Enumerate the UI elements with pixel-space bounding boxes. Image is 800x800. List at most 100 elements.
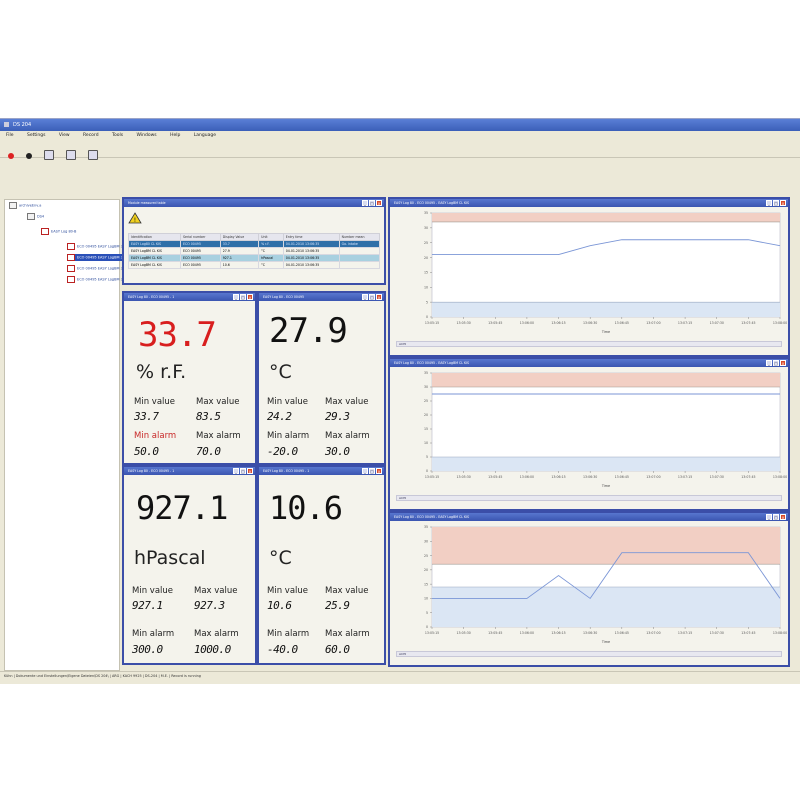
x-tick-label: 13:05:15 xyxy=(425,321,439,325)
menu-help[interactable]: Help xyxy=(170,133,180,138)
column-header[interactable]: Number mean xyxy=(338,233,381,241)
minimize-button[interactable]: _ xyxy=(233,468,239,474)
time-scrollbar[interactable]: ACHI xyxy=(396,341,782,347)
close-button[interactable]: × xyxy=(376,468,382,474)
tree-root[interactable]: archiveEnv.a xyxy=(9,202,41,209)
table-row[interactable]: EASY LogBM CL KIS ECO 00495 10.6 °C 04.01.20… xyxy=(128,261,381,269)
tree-group-label: EASY Log 80-B xyxy=(51,229,77,234)
close-button[interactable]: × xyxy=(780,200,786,206)
tree-item[interactable]: ECO 00495 EASY LogBM 3 xyxy=(67,243,123,250)
close-button[interactable]: × xyxy=(247,468,253,474)
menu-view[interactable]: View xyxy=(59,133,70,138)
minimize-button[interactable]: _ xyxy=(766,200,772,206)
table-cell: ECO 00495 xyxy=(179,247,221,255)
column-header[interactable]: Display Value xyxy=(219,233,260,241)
time-scrollbar[interactable]: ACHI xyxy=(396,651,782,657)
table-cell: °C xyxy=(258,247,284,255)
maximize-button[interactable]: □ xyxy=(369,468,375,474)
logger-icon xyxy=(41,228,49,235)
table-row[interactable]: EASY Log80 CL KIS ECO 00495 33.7% r.F. 04.0… xyxy=(128,240,381,248)
column-header[interactable]: Identification xyxy=(128,233,181,241)
table-cell: 33.7 xyxy=(219,240,260,248)
stop-button[interactable] xyxy=(26,152,33,159)
toolbar xyxy=(0,140,800,160)
column-header[interactable]: Serial number xyxy=(179,233,221,241)
column-header[interactable]: Unit xyxy=(258,233,284,241)
min-value-label: Min value xyxy=(132,586,174,596)
tree-item[interactable]: ECO 00495 EASY LogBM 3 xyxy=(67,265,123,272)
minimize-button[interactable]: _ xyxy=(766,360,772,366)
max-alarm-value: 30.0 xyxy=(325,445,350,458)
time-scrollbar[interactable]: ACHI xyxy=(396,495,782,501)
y-tick-label: 15 xyxy=(424,271,428,275)
x-tick-label: 13:06:45 xyxy=(615,321,629,325)
minimize-button[interactable]: _ xyxy=(362,468,368,474)
maximize-button[interactable]: □ xyxy=(369,294,375,300)
tree-group[interactable]: EASY Log 80-B xyxy=(41,228,76,235)
display-value: 33.7 xyxy=(138,315,217,355)
max-value-label: Max value xyxy=(196,397,240,407)
maximize-button[interactable]: □ xyxy=(369,200,375,206)
y-tick-label: 0 xyxy=(426,315,428,319)
tile-button[interactable] xyxy=(66,149,77,160)
close-button[interactable]: × xyxy=(780,514,786,520)
min-alarm-value: -40.0 xyxy=(267,643,298,656)
x-tick-label: 13:06:30 xyxy=(583,321,597,325)
table-row[interactable]: EASY LogBM CL KIS ECO 00495 927.1 hPascal 04… xyxy=(128,254,381,262)
menu-record[interactable]: Record xyxy=(83,133,99,138)
tree-item[interactable]: ECO 00495 EASY LogBM 3 xyxy=(67,254,123,261)
maximize-button[interactable]: □ xyxy=(773,360,779,366)
y-tick-label: 10 xyxy=(424,441,428,445)
record-button[interactable] xyxy=(8,152,14,159)
x-tick-label: 13:08:00 xyxy=(773,631,787,635)
min-value-label: Min value xyxy=(134,397,176,407)
tree-device[interactable]: DS4 xyxy=(27,213,44,220)
minimize-button[interactable]: _ xyxy=(766,514,772,520)
close-button[interactable]: × xyxy=(376,294,382,300)
table-cell: EASY LogBM CL KIS xyxy=(128,254,181,262)
x-tick-label: 13:05:15 xyxy=(425,475,439,479)
max-value: 25.9 xyxy=(325,599,350,612)
y-tick-label: 35 xyxy=(424,525,428,529)
x-axis-label: Time xyxy=(601,640,610,644)
display-value: 10.6 xyxy=(269,489,343,527)
minimize-button[interactable]: _ xyxy=(362,294,368,300)
minimize-button[interactable]: _ xyxy=(233,294,239,300)
max-value-label: Max value xyxy=(325,586,369,596)
maximize-button[interactable]: □ xyxy=(773,514,779,520)
minimize-button[interactable]: _ xyxy=(362,200,368,206)
min-value-label: Min value xyxy=(267,397,309,407)
line-chart[interactable]: 0 5 10 15 20 25 30 35 13:05:15 13:05:30 13:05:45 13… xyxy=(390,207,788,337)
line-chart[interactable]: 0 5 10 15 20 25 30 35 13:05:15 13:05:30 13:05:45 13… xyxy=(390,367,788,491)
x-tick-label: 13:06:15 xyxy=(551,631,565,635)
table-cell: 04.01.2010 13:06:35 xyxy=(282,240,340,248)
table-header-row: Identification Serial number Display Val… xyxy=(128,233,381,241)
x-tick-label: 13:07:00 xyxy=(646,631,660,635)
device-icon xyxy=(27,213,35,220)
x-tick-label: 13:07:45 xyxy=(741,631,755,635)
table-row[interactable]: EASY LogBM CL KIS ECO 00495 27.9 °C 04.01.20… xyxy=(128,247,381,255)
table-cell: hPascal xyxy=(258,254,284,262)
y-tick-label: 30 xyxy=(424,539,428,543)
close-button[interactable]: × xyxy=(780,360,786,366)
column-header[interactable]: Entry time xyxy=(282,233,340,241)
window-layout-button[interactable] xyxy=(44,149,55,160)
menu-file[interactable]: File xyxy=(6,133,14,138)
y-tick-label: 25 xyxy=(424,554,428,558)
x-tick-label: 13:07:15 xyxy=(678,475,692,479)
line-chart[interactable]: 0 5 10 15 20 25 30 35 13:05:15 13:05:30 13:05:45 13… xyxy=(390,521,788,647)
print-button[interactable] xyxy=(88,149,99,160)
x-tick-label: 13:06:30 xyxy=(583,475,597,479)
maximize-button[interactable]: □ xyxy=(773,200,779,206)
maximize-button[interactable]: □ xyxy=(240,468,246,474)
menu-tools[interactable]: Tools xyxy=(112,133,123,138)
x-tick-label: 13:05:30 xyxy=(456,475,470,479)
close-button[interactable]: × xyxy=(247,294,253,300)
menu-settings[interactable]: Settings xyxy=(27,133,45,138)
menu-language[interactable]: Language xyxy=(194,133,216,138)
close-button[interactable]: × xyxy=(376,200,382,206)
x-tick-label: 13:07:15 xyxy=(678,631,692,635)
menu-windows[interactable]: Windows xyxy=(137,133,157,138)
maximize-button[interactable]: □ xyxy=(240,294,246,300)
tree-item[interactable]: ECO 00495 EASY LogBM 3 xyxy=(67,276,123,283)
